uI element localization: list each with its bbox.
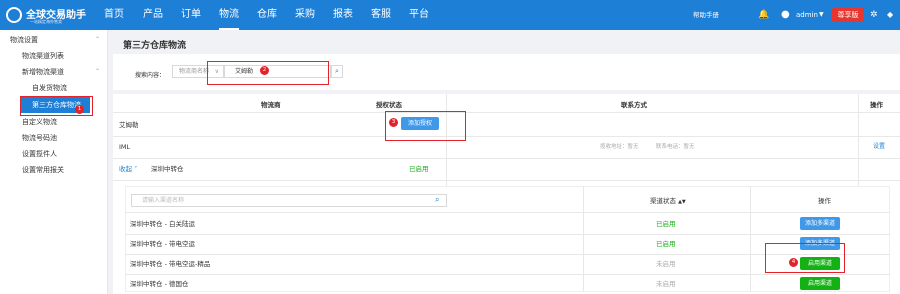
user-dropdown-icon[interactable]: ▼ (819, 0, 824, 30)
top-nav-bar: 全球交易助手 一站搞定海外售卖 首页 产品 订单 物流 仓库 采购 报表 客服 … (0, 0, 900, 30)
add-multi-channel-button[interactable]: 添加多渠道 (800, 217, 840, 230)
channel-row-name: 深圳中转仓 - 带电空运 (130, 240, 195, 248)
nav-orders[interactable]: 订单 (181, 0, 201, 30)
page-title: 第三方仓库物流 (123, 41, 187, 51)
sidebar-item-label: 物流设置 (10, 36, 38, 44)
user-name[interactable]: admin (796, 0, 818, 30)
nav-purchase[interactable]: 采购 (295, 0, 315, 30)
sidebar-item-label: 新增物流渠道 (22, 68, 64, 76)
channel-row-name: 深圳中转仓 - 带电空运-精品 (130, 260, 211, 268)
col-contact: 联系方式 (621, 101, 647, 109)
provider-code: IML (119, 143, 131, 151)
channel-row-status: 未启用 (656, 280, 676, 288)
col-channel-status[interactable]: 渠道状态 ▲▼ (650, 195, 686, 207)
col-channel-action: 操作 (818, 197, 831, 205)
sidebar-item-pickup-person[interactable]: 设置揽件人 (0, 146, 108, 162)
sidebar-item-channel-list[interactable]: 物流渠道列表 (0, 48, 108, 64)
nav-warehouse[interactable]: 仓库 (257, 0, 277, 30)
nav-platform[interactable]: 平台 (409, 0, 429, 30)
step-badge-1: 1 (75, 105, 84, 114)
highlight-box-4 (765, 243, 845, 273)
user-avatar-icon[interactable]: ● (781, 0, 790, 30)
logo-icon (6, 7, 22, 23)
sidebar-item-tracking-pool[interactable]: 物流号码池 (0, 130, 108, 146)
step-badge-3: 3 (389, 118, 398, 127)
nav-logistics[interactable]: 物流 (219, 0, 239, 30)
sidebar-item-custom-logistics[interactable]: 自定义物流 (0, 114, 108, 130)
collapse-toggle[interactable]: 收起 ˅ (119, 163, 137, 175)
app-logo[interactable]: 全球交易助手 一站搞定海外售卖 (6, 5, 91, 25)
sidebar-item-customs[interactable]: 设置常用报关 (0, 162, 108, 178)
sidebar-group-new-channel[interactable]: 新增物流渠道 ⌃ (0, 64, 108, 80)
channel-row-name: 深圳中转仓 - 德国仓 (130, 280, 189, 288)
bell-icon[interactable]: 🔔 (758, 0, 769, 30)
sidebar-item-self-shipping[interactable]: 自发货物流 (0, 80, 108, 96)
search-icon[interactable]: ⌕ (435, 194, 439, 206)
chevron-up-icon: ⌃ (94, 68, 100, 75)
channel-row-status: 已启用 (656, 220, 676, 228)
collapse-label: 收起 (119, 165, 132, 173)
nav-home[interactable]: 首页 (104, 0, 124, 30)
sidebar: 物流设置 ⌃ 物流渠道列表 新增物流渠道 ⌃ 自发货物流 第三方仓库物流 自定义… (0, 30, 108, 294)
channel-row-name: 深圳中转仓 - 白关陆运 (130, 220, 195, 228)
step-badge-4: 4 (789, 258, 798, 267)
logo-slogan: 一站搞定海外售卖 (30, 19, 62, 24)
sort-icon: ▲▼ (678, 199, 686, 205)
sidebar-group-logistics-settings[interactable]: 物流设置 ⌃ (0, 32, 108, 48)
chevron-up-icon: ⌃ (94, 36, 100, 43)
warehouse-name: 深圳中转仓 (151, 165, 184, 173)
warehouse-status: 已启用 (409, 165, 429, 173)
user-settings-icon[interactable]: ◆ (887, 0, 893, 30)
channel-row-status: 未启用 (656, 260, 676, 268)
nav-service[interactable]: 客服 (371, 0, 391, 30)
vip-badge: 尊享版 (832, 8, 864, 22)
search-icon[interactable]: ⌕ (331, 65, 343, 78)
nav-products[interactable]: 产品 (143, 0, 163, 30)
settings-link[interactable]: 设置 (873, 141, 885, 153)
col-channel-status-label: 渠道状态 (650, 197, 676, 205)
search-field-value: 物流商名称 (179, 68, 210, 75)
nav-reports[interactable]: 报表 (333, 0, 353, 30)
step-badge-2: 2 (260, 66, 269, 75)
channel-search-input[interactable]: 请输入渠道名称 (131, 194, 447, 207)
contact-phone: 联系电话：暂无 (656, 144, 695, 150)
gear-icon[interactable]: ✲ (870, 0, 878, 30)
help-link[interactable]: 帮助手册 (693, 0, 719, 30)
channel-row-status: 已启用 (656, 240, 676, 248)
highlight-box-3 (385, 111, 466, 141)
enable-channel-button[interactable]: 启用渠道 (800, 277, 840, 290)
chevron-down-icon: ˅ (134, 165, 138, 173)
pickup-address: 揽收地址：暂无 (600, 144, 639, 150)
search-label: 搜索内容： (135, 72, 166, 79)
col-provider: 物流商 (261, 101, 281, 109)
provider-name: 艾姆勒 (119, 121, 139, 129)
col-actions: 操作 (870, 101, 883, 109)
